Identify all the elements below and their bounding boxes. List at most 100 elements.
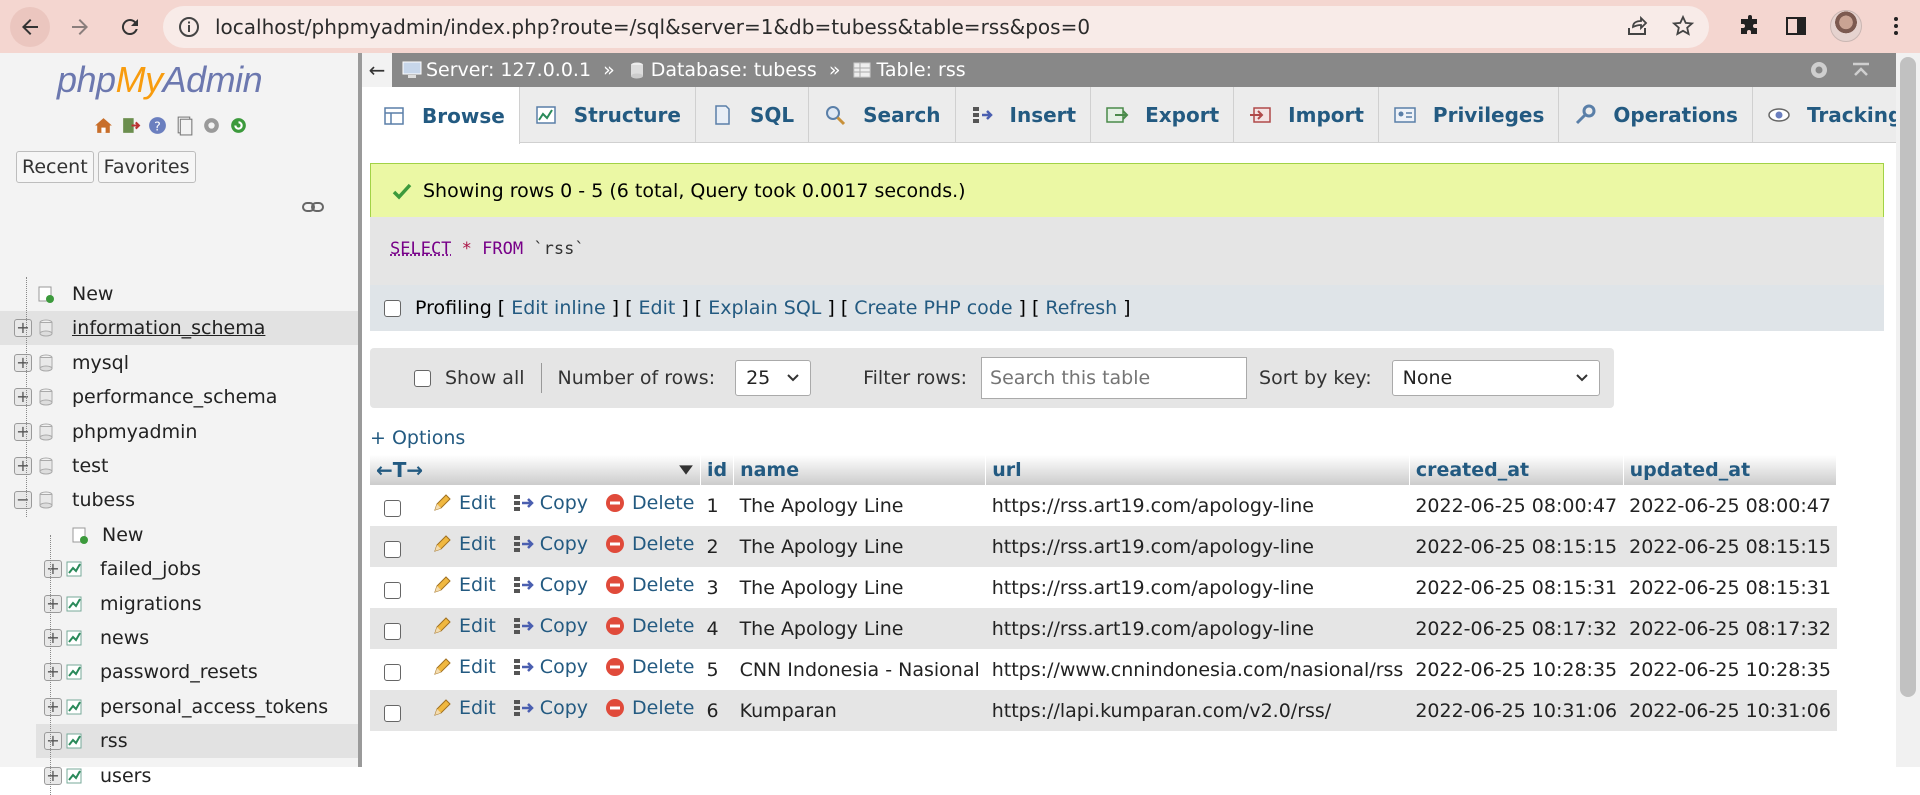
- main-scrollbar[interactable]: [1896, 53, 1920, 767]
- table-row[interactable]: Edit Copy Delete 5 CNN Indonesia - Nasional h…: [370, 649, 1837, 690]
- edit-inline-link[interactable]: Edit inline: [511, 297, 605, 319]
- expand-icon[interactable]: +: [14, 422, 32, 441]
- cell-name[interactable]: Kumparan: [733, 690, 986, 731]
- table-row[interactable]: Edit Copy Delete 1 The Apology Line https://r…: [370, 485, 1837, 526]
- tree-item-label[interactable]: performance_schema: [72, 386, 277, 408]
- table-row[interactable]: Edit Copy Delete 4 The Apology Line https://r…: [370, 608, 1837, 649]
- breadcrumb-table[interactable]: Table: rss: [852, 59, 966, 81]
- cell-created-at[interactable]: 2022-06-25 08:17:32: [1409, 608, 1624, 649]
- column-header-created-at[interactable]: created_at: [1409, 455, 1624, 485]
- tree-item-label[interactable]: rss: [100, 730, 128, 752]
- tab-sql[interactable]: SQL: [696, 87, 810, 143]
- tree-item-label[interactable]: password_resets: [100, 661, 258, 683]
- tab-search[interactable]: Search: [809, 87, 956, 143]
- tree-item-label[interactable]: mysql: [72, 352, 129, 374]
- tree-item-label[interactable]: tubess: [72, 489, 135, 511]
- sort-by-key-select[interactable]: None: [1391, 360, 1600, 396]
- row-copy-button[interactable]: Copy: [512, 574, 588, 596]
- tree-table-password-resets[interactable]: + password_resets: [0, 655, 358, 689]
- kebab-menu-icon[interactable]: [1884, 14, 1908, 38]
- expand-icon[interactable]: +: [44, 663, 62, 682]
- cell-updated-at[interactable]: 2022-06-25 10:28:35: [1623, 649, 1837, 690]
- row-checkbox[interactable]: [384, 500, 401, 517]
- row-edit-button[interactable]: Edit: [431, 574, 496, 596]
- row-copy-button[interactable]: Copy: [512, 533, 588, 555]
- breadcrumb-database[interactable]: Database: tubess: [627, 59, 817, 81]
- help-icon[interactable]: ?: [147, 115, 168, 136]
- tree-db-test[interactable]: + test: [0, 449, 358, 483]
- tree-table-personal-access-tokens[interactable]: + personal_access_tokens: [0, 690, 358, 724]
- star-bookmark-icon[interactable]: [1671, 14, 1695, 38]
- tab-operations[interactable]: Operations: [1559, 87, 1753, 143]
- tree-db-tubess[interactable]: − tubess: [0, 483, 358, 517]
- cell-id[interactable]: 5: [700, 649, 734, 690]
- row-delete-button[interactable]: Delete: [604, 615, 694, 637]
- logout-icon[interactable]: [120, 115, 141, 136]
- cell-updated-at[interactable]: 2022-06-25 08:15:15: [1623, 526, 1837, 567]
- extensions-puzzle-icon[interactable]: [1738, 14, 1762, 38]
- recent-button[interactable]: Recent: [16, 151, 94, 183]
- tab-browse[interactable]: Browse: [368, 87, 520, 144]
- address-bar[interactable]: localhost/phpmyadmin/index.php?route=/sq…: [163, 6, 1709, 48]
- tree-table-users[interactable]: + users: [0, 759, 358, 793]
- row-edit-button[interactable]: Edit: [431, 615, 496, 637]
- expand-icon[interactable]: +: [14, 388, 32, 407]
- row-edit-button[interactable]: Edit: [431, 533, 496, 555]
- cell-created-at[interactable]: 2022-06-25 08:15:15: [1409, 526, 1624, 567]
- create-php-code-link[interactable]: Create PHP code: [854, 297, 1012, 319]
- cell-id[interactable]: 1: [700, 485, 734, 526]
- tree-db-performance-schema[interactable]: + performance_schema: [0, 380, 358, 414]
- cell-name[interactable]: The Apology Line: [733, 526, 986, 567]
- cell-id[interactable]: 4: [700, 608, 734, 649]
- row-edit-button[interactable]: Edit: [431, 492, 496, 514]
- tree-item-label[interactable]: New: [72, 283, 113, 305]
- column-header-id[interactable]: id: [700, 455, 735, 485]
- tree-db-phpmyadmin[interactable]: + phpmyadmin: [0, 415, 358, 449]
- cell-name[interactable]: CNN Indonesia - Nasional: [733, 649, 986, 690]
- cell-created-at[interactable]: 2022-06-25 08:15:31: [1409, 567, 1624, 608]
- tab-structure[interactable]: Structure: [520, 87, 696, 143]
- cell-updated-at[interactable]: 2022-06-25 10:31:06: [1623, 690, 1837, 731]
- cell-name[interactable]: The Apology Line: [733, 485, 986, 526]
- tree-table-failed-jobs[interactable]: + failed_jobs: [0, 552, 358, 586]
- column-header-url[interactable]: url: [985, 455, 1410, 485]
- cell-url[interactable]: https://lapi.kumparan.com/v2.0/rss/: [985, 690, 1410, 731]
- cell-url[interactable]: https://www.cnnindonesia.com/nasional/rs…: [985, 649, 1410, 690]
- tree-item-label[interactable]: users: [100, 765, 151, 787]
- cell-id[interactable]: 2: [700, 526, 734, 567]
- row-edit-button[interactable]: Edit: [431, 656, 496, 678]
- tree-item-label[interactable]: personal_access_tokens: [100, 696, 328, 718]
- favorites-button[interactable]: Favorites: [97, 151, 196, 183]
- cell-name[interactable]: The Apology Line: [733, 608, 986, 649]
- cell-url[interactable]: https://rss.art19.com/apology-line: [985, 485, 1410, 526]
- cell-url[interactable]: https://rss.art19.com/apology-line: [985, 526, 1410, 567]
- link-chain-icon[interactable]: [302, 200, 324, 214]
- info-icon[interactable]: [177, 15, 201, 39]
- expand-icon[interactable]: +: [44, 560, 62, 579]
- tree-item-label[interactable]: phpmyadmin: [72, 421, 197, 443]
- collapse-top-icon[interactable]: [1850, 59, 1872, 81]
- tree-item-label[interactable]: test: [72, 455, 109, 477]
- column-header-name[interactable]: name: [733, 455, 987, 485]
- expand-icon[interactable]: +: [44, 697, 62, 716]
- share-icon[interactable]: [1625, 14, 1649, 38]
- filter-rows-input[interactable]: [981, 357, 1248, 399]
- back-button[interactable]: [10, 6, 50, 47]
- table-row[interactable]: Edit Copy Delete 3 The Apology Line https://r…: [370, 567, 1837, 608]
- row-delete-button[interactable]: Delete: [604, 656, 694, 678]
- show-all-checkbox[interactable]: [414, 369, 431, 387]
- row-checkbox[interactable]: [384, 582, 401, 599]
- tree-new[interactable]: New: [0, 518, 358, 552]
- tree-item-label[interactable]: New: [102, 524, 143, 546]
- cell-url[interactable]: https://rss.art19.com/apology-line: [985, 608, 1410, 649]
- number-of-rows-select[interactable]: 25: [735, 360, 812, 396]
- explain-sql-link[interactable]: Explain SQL: [708, 297, 821, 319]
- expand-icon[interactable]: +: [14, 319, 32, 338]
- row-checkbox[interactable]: [384, 541, 401, 558]
- collapse-nav-arrow-icon[interactable]: ←: [362, 53, 392, 87]
- options-link[interactable]: + Options: [370, 427, 465, 449]
- cell-updated-at[interactable]: 2022-06-25 08:17:32: [1623, 608, 1837, 649]
- tree-item-label[interactable]: failed_jobs: [100, 558, 201, 580]
- side-panel-icon[interactable]: [1784, 14, 1808, 38]
- breadcrumb-server[interactable]: Server: 127.0.0.1: [402, 59, 591, 81]
